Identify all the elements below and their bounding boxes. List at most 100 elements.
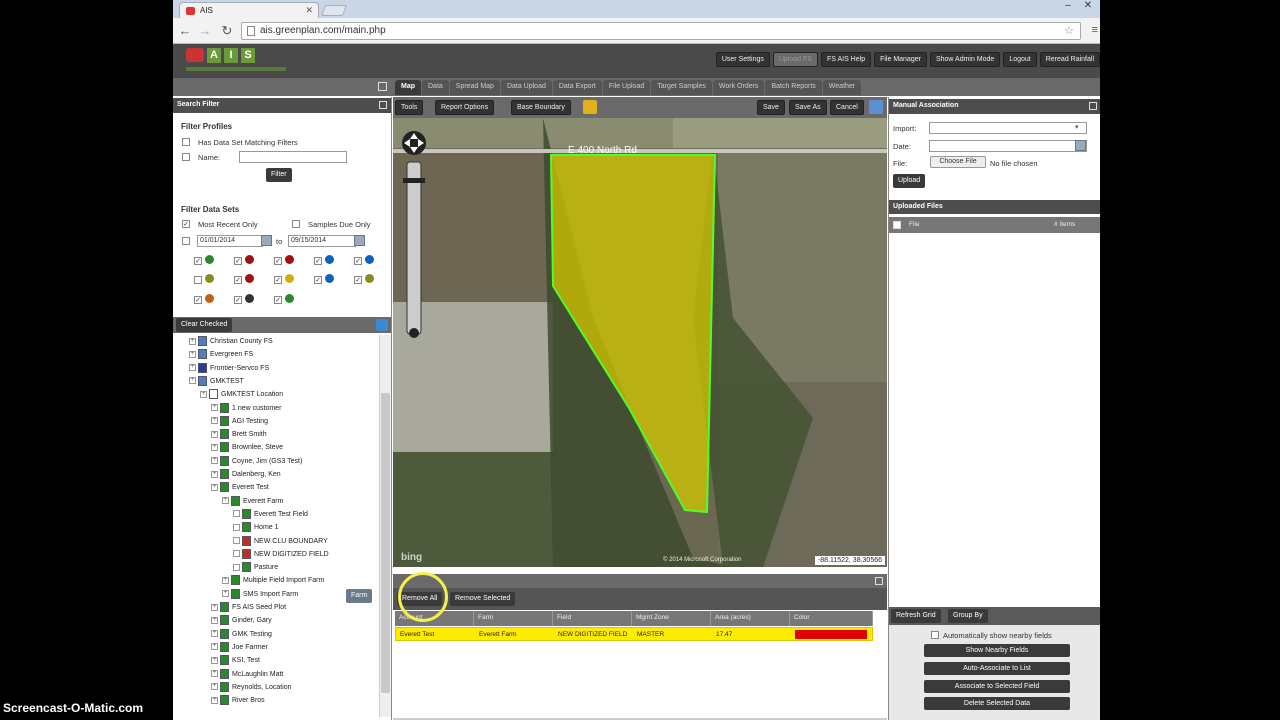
tree-item[interactable]: Pasture <box>233 562 278 574</box>
tree-info-icon[interactable] <box>376 319 388 331</box>
upload-fs-button[interactable]: Upload FS <box>772 52 818 67</box>
tree-item[interactable]: + Reynolds, Location <box>211 681 292 694</box>
expand-toggle-icon[interactable]: + <box>189 350 196 358</box>
expand-toggle-icon[interactable] <box>233 537 240 544</box>
expand-toggle-icon[interactable]: + <box>211 630 218 638</box>
tree-item[interactable]: + GMKTEST Location <box>200 389 283 401</box>
most-recent-checkbox[interactable]: ✓ <box>182 220 190 228</box>
clear-checked-button[interactable]: Clear Checked <box>176 318 233 332</box>
dataset-type-checkbox[interactable]: ✓ <box>274 257 282 265</box>
tree-item[interactable]: + Everett Test <box>211 482 269 494</box>
auto-associate-button[interactable]: Auto-Associate to List <box>924 662 1070 675</box>
map-options-icon[interactable] <box>869 100 883 114</box>
tab-spread-map[interactable]: Spread Map <box>449 80 500 95</box>
panel-collapse-icon[interactable] <box>379 101 387 109</box>
expand-toggle-icon[interactable]: + <box>211 430 218 438</box>
tree-item[interactable]: + Joe Farmer <box>211 641 268 654</box>
import-select[interactable] <box>929 122 1087 134</box>
column-header-file[interactable]: File <box>909 221 919 228</box>
tree-item[interactable]: Home 1 <box>233 522 279 534</box>
has-data-set-checkbox[interactable] <box>182 138 190 146</box>
column-header-area[interactable]: Area (acres) <box>711 611 790 626</box>
reread-rainfall-button[interactable]: Reread Rainfall <box>1039 52 1100 67</box>
back-arrow-icon[interactable]: ← <box>177 23 193 38</box>
column-header-mgmt-zone[interactable]: Mgmt Zone <box>632 611 711 626</box>
save-as-button[interactable]: Save As <box>789 100 827 115</box>
refresh-grid-button[interactable]: Refresh Grid <box>891 609 941 623</box>
expand-toggle-icon[interactable]: + <box>211 670 218 677</box>
show-nearby-fields-button[interactable]: Show Nearby Fields <box>924 644 1070 657</box>
tree-item[interactable]: + Dalenberg, Ken <box>211 469 281 481</box>
dataset-type-checkbox[interactable]: ✓ <box>314 276 322 284</box>
tree-item[interactable]: + FS AIS Seed Plot <box>211 602 286 614</box>
tree-scroll-thumb[interactable] <box>381 393 390 693</box>
expand-toggle-icon[interactable]: + <box>189 364 196 372</box>
dataset-type-checkbox[interactable]: ✓ <box>234 296 242 304</box>
tree-item[interactable]: NEW DIGITIZED FIELD <box>233 548 329 561</box>
dataset-type-checkbox[interactable]: ✓ <box>194 296 202 304</box>
dataset-type-checkbox[interactable]: ✓ <box>354 257 362 265</box>
expand-toggle-icon[interactable] <box>233 510 240 518</box>
dataset-type-checkbox[interactable]: ✓ <box>234 257 242 265</box>
pan-control-icon[interactable] <box>402 131 426 155</box>
date-input[interactable] <box>929 140 1087 152</box>
upload-button[interactable]: Upload <box>893 174 926 188</box>
tab-target-samples[interactable]: Target Samples <box>651 80 712 95</box>
tree-item[interactable]: + McLaughlin Matt <box>211 668 283 681</box>
expand-toggle-icon[interactable]: + <box>211 457 218 465</box>
dataset-type-checkbox[interactable]: ✓ <box>314 257 322 265</box>
expand-toggle-icon[interactable]: + <box>211 483 218 491</box>
farm-badge[interactable]: Farm <box>346 589 373 603</box>
expand-toggle-icon[interactable]: + <box>211 470 218 478</box>
expand-toggle-icon[interactable]: + <box>189 337 196 345</box>
expand-toggle-icon[interactable]: + <box>222 576 229 584</box>
calendar-icon[interactable] <box>1075 140 1086 151</box>
remove-selected-button[interactable]: Remove Selected <box>450 592 516 606</box>
report-options-button[interactable]: Report Options <box>435 100 495 115</box>
tree-scrollbar[interactable] <box>379 335 391 717</box>
expand-toggle-icon[interactable]: + <box>211 696 218 704</box>
tab-batch-reports[interactable]: Batch Reports <box>765 80 822 95</box>
choose-file-button[interactable]: Choose File <box>930 156 986 168</box>
date-from-input[interactable]: 01/01/2014 <box>197 235 263 247</box>
browser-menu-icon[interactable]: ≡ <box>1092 24 1098 36</box>
close-window-icon[interactable]: ✕ <box>1078 0 1098 11</box>
column-header-field[interactable]: Field <box>553 611 632 626</box>
dataset-type-checkbox[interactable]: ✓ <box>274 296 282 304</box>
tree-item[interactable]: + River Bros <box>211 695 265 707</box>
expand-toggle-icon[interactable] <box>233 550 240 558</box>
expand-toggle-icon[interactable]: + <box>222 497 229 505</box>
expand-toggle-icon[interactable]: + <box>211 683 218 691</box>
minimize-icon[interactable]: – <box>1058 0 1078 11</box>
tab-data-upload[interactable]: Data Upload <box>500 80 552 95</box>
user-settings-button[interactable]: User Settings <box>715 52 770 67</box>
aerial-map[interactable]: E 400 North Rd bing © 2014 Microsoft Cor… <box>393 118 887 567</box>
column-header-items[interactable]: # Items <box>1054 221 1075 228</box>
dataset-type-checkbox[interactable]: ✓ <box>194 257 202 265</box>
calendar-from-icon[interactable] <box>261 235 272 246</box>
column-header-color[interactable]: Color <box>790 611 873 626</box>
name-input[interactable] <box>239 151 347 163</box>
undo-icon[interactable] <box>583 100 597 114</box>
tree-item[interactable]: NEW CLU BOUNDARY <box>233 535 328 548</box>
dataset-type-checkbox[interactable]: ✓ <box>234 276 242 284</box>
tree-item[interactable]: + GMKTEST <box>189 375 244 388</box>
expand-toggle-icon[interactable]: + <box>211 443 218 451</box>
calendar-to-icon[interactable] <box>354 235 365 246</box>
cancel-button[interactable]: Cancel <box>830 100 864 115</box>
tree-item[interactable]: + Multiple Field Import Farm <box>222 575 324 587</box>
expand-toggle-icon[interactable]: + <box>211 616 218 624</box>
tree-item[interactable]: +1 new customer <box>211 402 281 415</box>
collapse-left-icon[interactable] <box>378 82 387 91</box>
tree-item[interactable]: + Evergreen FS <box>189 349 253 361</box>
grid-expand-icon[interactable] <box>875 577 883 585</box>
tree-item[interactable]: + GMK Testing <box>211 628 272 641</box>
tree-item[interactable]: + Brett Smith <box>211 429 267 441</box>
tab-map[interactable]: Map <box>395 80 421 95</box>
tree-item[interactable]: + Christian County FS <box>189 336 273 348</box>
expand-toggle-icon[interactable]: + <box>211 643 218 651</box>
save-button[interactable]: Save <box>757 100 785 115</box>
expand-toggle-icon[interactable]: + <box>211 603 218 611</box>
delete-selected-data-button[interactable]: Delete Selected Data <box>924 697 1070 710</box>
date-to-input[interactable]: 09/15/2014 <box>288 235 356 247</box>
